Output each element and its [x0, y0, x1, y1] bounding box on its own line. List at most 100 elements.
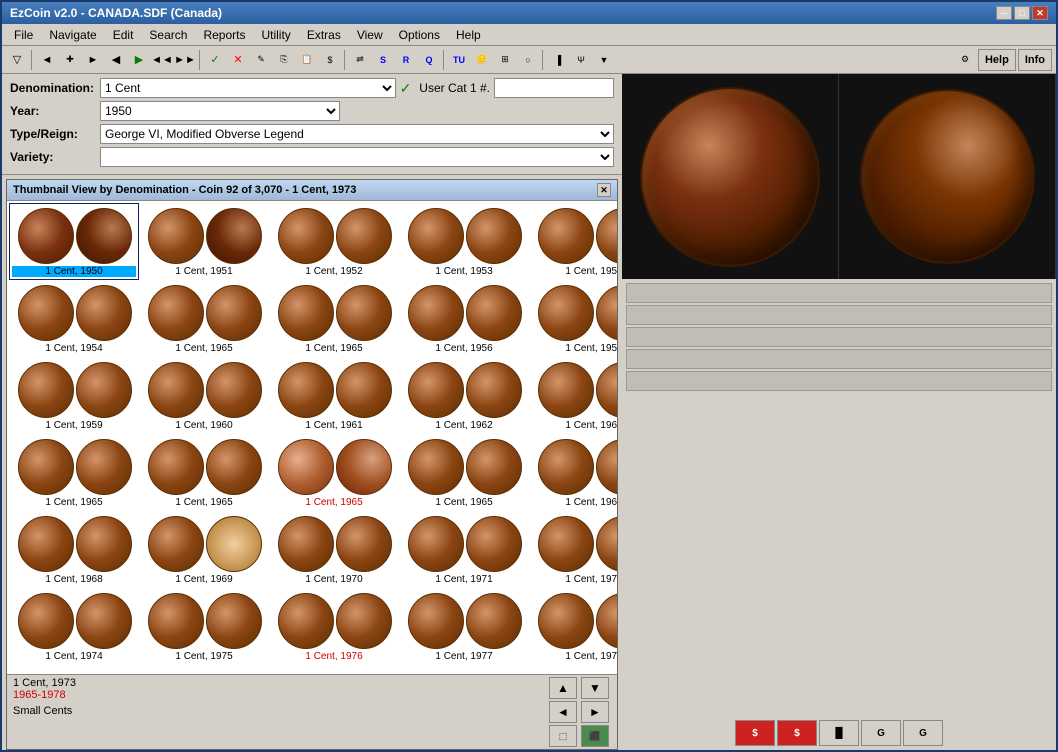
- thumb-cell-9[interactable]: 1 Cent, 1956: [399, 280, 529, 357]
- thumb-coin-19: [142, 437, 268, 497]
- q-button[interactable]: Q: [418, 49, 440, 71]
- nav-fill-button[interactable]: ⬛: [581, 725, 609, 747]
- r-button[interactable]: R: [395, 49, 417, 71]
- settings-icon-button[interactable]: ⚙: [954, 49, 976, 71]
- g2-button[interactable]: G: [903, 720, 943, 746]
- thumb-cell-3[interactable]: 1 Cent, 1953: [399, 203, 529, 280]
- maximize-button[interactable]: □: [1014, 6, 1030, 20]
- grid-button[interactable]: ⊞: [494, 49, 516, 71]
- thumb-coin-27: [402, 514, 528, 574]
- menu-utility[interactable]: Utility: [253, 26, 298, 44]
- close-button[interactable]: ✕: [1032, 6, 1048, 20]
- menu-reports[interactable]: Reports: [195, 26, 253, 44]
- thumb-cell-30[interactable]: 1 Cent, 1974: [9, 588, 139, 665]
- thumb-cell-13[interactable]: 1 Cent, 1960: [139, 357, 269, 434]
- dollar-red-button-1[interactable]: $: [735, 720, 775, 746]
- type-reign-select[interactable]: George VI, Modified Obverse Legend: [100, 124, 614, 144]
- thumb-cell-24[interactable]: 1 Cent, 1968: [9, 511, 139, 588]
- thumb-cell-14[interactable]: 1 Cent, 1961: [269, 357, 399, 434]
- paste-button[interactable]: 📋: [296, 49, 318, 71]
- copy-button[interactable]: ⎘: [273, 49, 295, 71]
- info-button[interactable]: Info: [1018, 49, 1052, 71]
- nav-next-button[interactable]: ▶: [128, 49, 150, 71]
- thumb-row-5: 1 Cent, 1968 1 Cent, 1969: [9, 511, 615, 588]
- tu-button[interactable]: TU: [448, 49, 470, 71]
- thumb-cell-20[interactable]: 1 Cent, 1965: [269, 434, 399, 511]
- nav-prev-button[interactable]: ◀: [105, 49, 127, 71]
- thumb-cell-34[interactable]: 1 Cent, 1978: [529, 588, 617, 665]
- thumb-cell-32[interactable]: 1 Cent, 1976: [269, 588, 399, 665]
- menu-file[interactable]: File: [6, 26, 41, 44]
- nav-zoom-button[interactable]: ⬚: [549, 725, 577, 747]
- bar-button[interactable]: ▐: [547, 49, 569, 71]
- thumb-cell-0[interactable]: 1 Cent, 1950: [9, 203, 139, 280]
- check-button[interactable]: ✓: [204, 49, 226, 71]
- thumb-label-28: 1 Cent, 1972: [532, 574, 617, 585]
- coin-obverse-32: [278, 593, 334, 649]
- cancel-button[interactable]: ✕: [227, 49, 249, 71]
- psi-button[interactable]: Ψ: [570, 49, 592, 71]
- g-button[interactable]: G: [861, 720, 901, 746]
- thumb-cell-26[interactable]: 1 Cent, 1970: [269, 511, 399, 588]
- denomination-select[interactable]: 1 Cent: [100, 78, 396, 98]
- menu-options[interactable]: Options: [391, 26, 448, 44]
- thumb-cell-15[interactable]: 1 Cent, 1962: [399, 357, 529, 434]
- filter-button[interactable]: ▽: [6, 49, 28, 71]
- thumb-cell-19[interactable]: 1 Cent, 1965: [139, 434, 269, 511]
- circle-button[interactable]: ○: [517, 49, 539, 71]
- thumbnail-header: Thumbnail View by Denomination - Coin 92…: [7, 180, 617, 201]
- menu-view[interactable]: View: [349, 26, 391, 44]
- help-button[interactable]: Help: [978, 49, 1016, 71]
- nav-down-button[interactable]: ▼: [581, 677, 609, 699]
- coin-reverse-12: [76, 362, 132, 418]
- thumb-cell-28[interactable]: 1 Cent, 1972: [529, 511, 617, 588]
- thumb-cell-10[interactable]: 1 Cent, 1957: [529, 280, 617, 357]
- nav-right-button[interactable]: ►: [82, 49, 104, 71]
- thumb-cell-12[interactable]: 1 Cent, 1959: [9, 357, 139, 434]
- nav-up-button[interactable]: ▲: [549, 677, 577, 699]
- nav-right-button[interactable]: ►: [581, 701, 609, 723]
- menu-navigate[interactable]: Navigate: [41, 26, 104, 44]
- thumb-cell-1[interactable]: 1 Cent, 1951: [139, 203, 269, 280]
- thumbnail-grid[interactable]: 1 Cent, 1950 1 Cent, 1951: [7, 201, 617, 674]
- denomination-row: Denomination: 1 Cent ✓ User Cat 1 #.: [10, 78, 614, 98]
- menu-edit[interactable]: Edit: [105, 26, 142, 44]
- thumb-cell-6[interactable]: 1 Cent, 1954: [9, 280, 139, 357]
- menu-help[interactable]: Help: [448, 26, 489, 44]
- thumb-label-22: 1 Cent, 1966: [532, 497, 617, 508]
- thumb-cell-33[interactable]: 1 Cent, 1977: [399, 588, 529, 665]
- menu-search[interactable]: Search: [141, 26, 195, 44]
- year-select[interactable]: 1950: [100, 101, 340, 121]
- year-label: Year:: [10, 104, 100, 118]
- nav-cross-button[interactable]: ✚: [59, 49, 81, 71]
- thumb-cell-16[interactable]: 1 Cent, 1963: [529, 357, 617, 434]
- nav-left-button[interactable]: ◄: [549, 701, 577, 723]
- sep-3: [344, 50, 346, 70]
- user-cat-input[interactable]: [494, 78, 614, 98]
- dropdown-button[interactable]: ▼: [593, 49, 615, 71]
- dollar-red-button-2[interactable]: $: [777, 720, 817, 746]
- thumbnail-close-button[interactable]: ✕: [597, 183, 611, 197]
- dollar-button[interactable]: $: [319, 49, 341, 71]
- nav-next2-button[interactable]: ►►: [174, 49, 196, 71]
- variety-select[interactable]: [100, 147, 614, 167]
- thumb-cell-8[interactable]: 1 Cent, 1965: [269, 280, 399, 357]
- thumb-cell-21[interactable]: 1 Cent, 1965: [399, 434, 529, 511]
- menu-extras[interactable]: Extras: [299, 26, 349, 44]
- nav-prev2-button[interactable]: ◄◄: [151, 49, 173, 71]
- thumb-cell-18[interactable]: 1 Cent, 1965: [9, 434, 139, 511]
- s-button[interactable]: S: [372, 49, 394, 71]
- thumb-cell-7[interactable]: 1 Cent, 1965: [139, 280, 269, 357]
- thumb-cell-31[interactable]: 1 Cent, 1975: [139, 588, 269, 665]
- link-button[interactable]: ⇌: [349, 49, 371, 71]
- thumb-cell-4[interactable]: 1 Cent, 1953: [529, 203, 617, 280]
- thumb-cell-22[interactable]: 1 Cent, 1966: [529, 434, 617, 511]
- thumb-cell-27[interactable]: 1 Cent, 1971: [399, 511, 529, 588]
- film-button[interactable]: ▐▌: [819, 720, 859, 746]
- nav-back-button[interactable]: ◄: [36, 49, 58, 71]
- minimize-button[interactable]: ─: [996, 6, 1012, 20]
- thumb-cell-25[interactable]: 1 Cent, 1969: [139, 511, 269, 588]
- edit-button[interactable]: ✎: [250, 49, 272, 71]
- coin3d-button[interactable]: 🪙: [471, 49, 493, 71]
- thumb-cell-2[interactable]: 1 Cent, 1952: [269, 203, 399, 280]
